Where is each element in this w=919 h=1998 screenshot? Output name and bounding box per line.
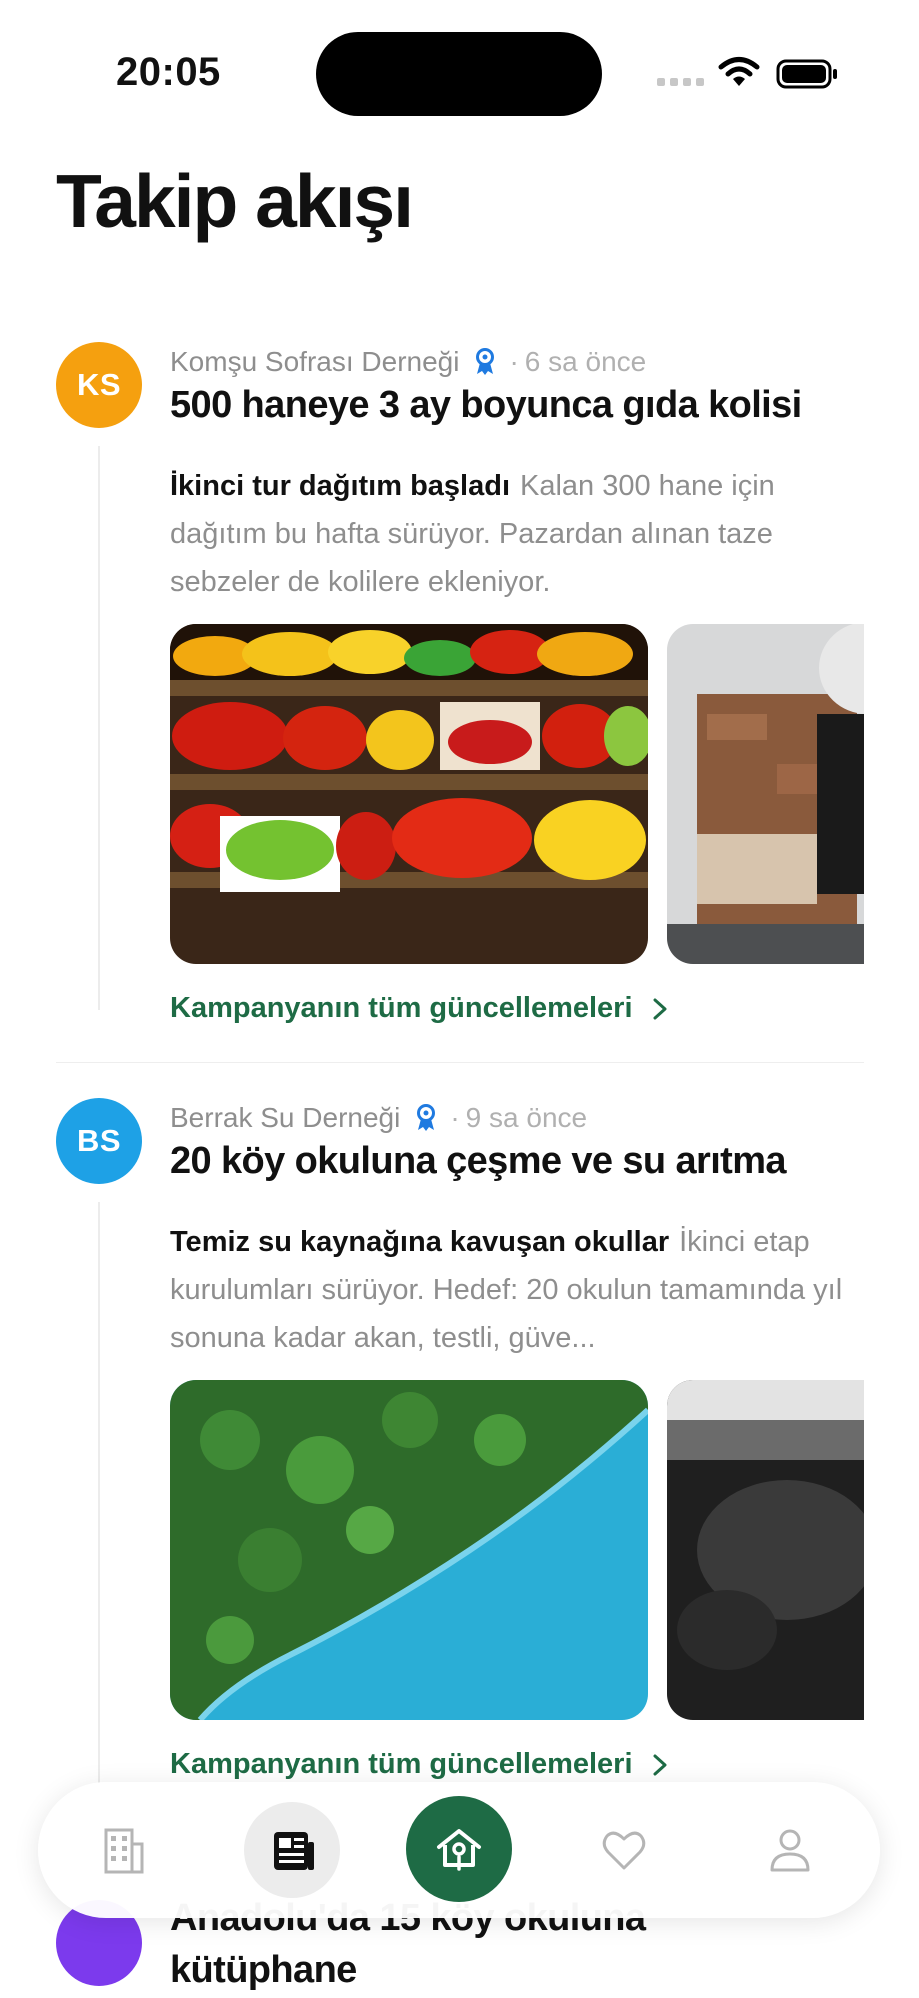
post-time: 9 sa önce [465,1102,588,1133]
avatar[interactable]: KS [56,342,142,428]
chevron-right-icon [653,1754,667,1775]
tab-organizations[interactable] [74,1802,170,1898]
newspaper-icon [274,1832,314,1870]
status-time: 20:05 [116,50,221,94]
meta-separator: · [509,346,519,377]
heart-icon [602,1831,646,1870]
tab-bar [38,1782,880,1918]
org-name[interactable]: Berrak Su Derneği [170,1102,400,1134]
wifi-icon [718,57,760,86]
produce-photo[interactable] [170,624,648,964]
page-title: Takip akışı [56,159,414,243]
battery-icon [776,59,837,89]
campaign-updates-label: Kampanyanın tüm güncellemeleri [170,1748,633,1780]
thread-line [98,1202,100,1882]
verified-badge-icon [476,348,495,375]
lake-forest-photo[interactable] [170,1380,648,1720]
building-icon [104,1828,144,1874]
campaign-updates-link[interactable]: Kampanyanın tüm güncellemeleri [170,1748,669,1781]
person-icon [770,1829,810,1872]
post-lead: İkinci tur dağıtım başladı [170,470,511,502]
tab-feed[interactable] [244,1802,340,1898]
volunteer-photo[interactable] [667,624,864,964]
campaign-updates-label: Kampanyanın tüm güncellemeleri [170,992,633,1024]
divider [56,1062,864,1063]
tab-profile[interactable] [742,1802,838,1898]
post-meta: Berrak Su Derneği · 9 sa önce [170,1102,587,1134]
post-title[interactable]: 20 köy okuluna çeşme ve su arıtma [170,1140,787,1183]
tab-favorites[interactable] [576,1802,672,1898]
cellular-signal-icon [657,78,704,86]
post-meta: Komşu Sofrası Derneği · 6 sa önce [170,346,646,378]
chevron-right-icon [653,998,667,1019]
avatar[interactable]: BS [56,1098,142,1184]
dynamic-island [316,32,602,116]
post-time: 6 sa önce [524,346,647,377]
post-lead: Temiz su kaynağına kavuşan okullar [170,1226,670,1258]
org-name[interactable]: Komşu Sofrası Derneği [170,346,459,378]
campaign-updates-link[interactable]: Kampanyanın tüm güncellemeleri [170,992,669,1025]
post-body[interactable]: Temiz su kaynağına kavuşan okullar İkinci… [170,1218,864,1362]
thread-line [98,446,100,1010]
birdhouse-icon [437,1829,481,1871]
post-body[interactable]: İkinci tur dağıtım başladı Kalan 300 hane… [170,462,864,606]
post-title[interactable]: 500 haneye 3 ay boyunca gıda kolisi [170,384,802,427]
tab-home[interactable] [406,1796,512,1902]
water-photo[interactable] [667,1380,864,1720]
meta-separator: · [450,1102,460,1133]
verified-badge-icon [417,1104,436,1131]
media-carousel[interactable] [170,624,864,964]
media-carousel[interactable] [170,1380,864,1720]
